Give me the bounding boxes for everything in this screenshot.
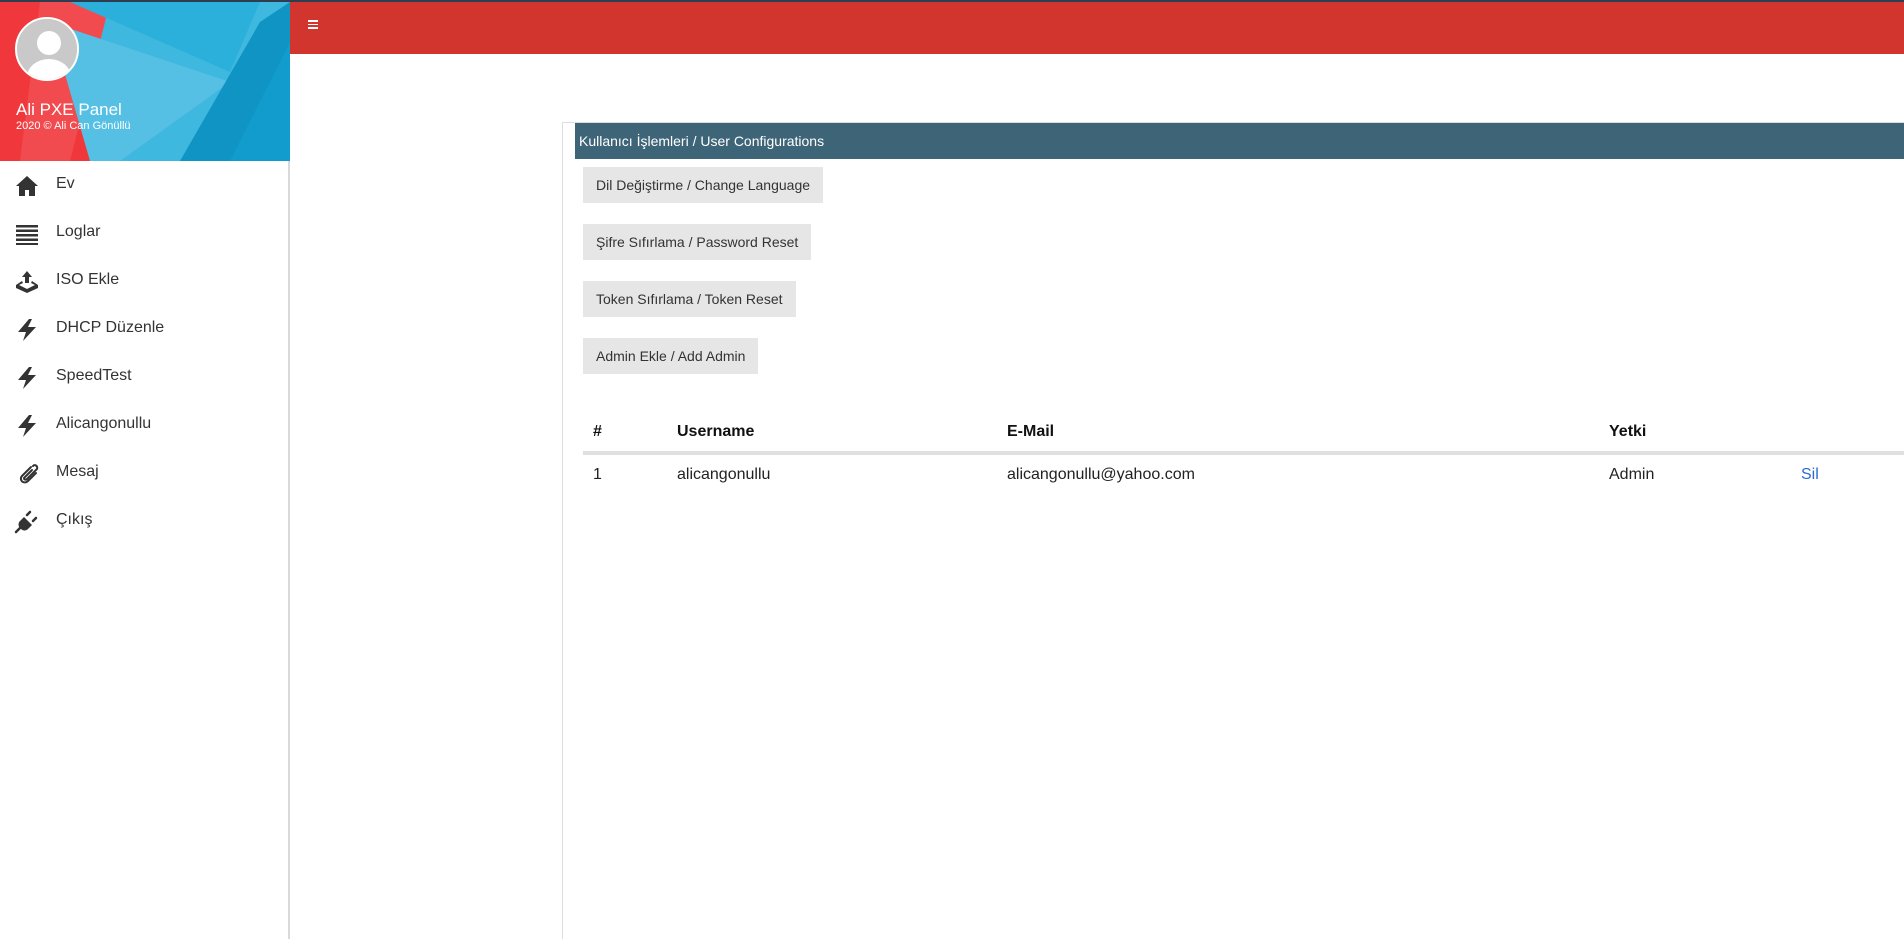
sidebar-item-label: Loglar — [56, 223, 101, 240]
bolt-icon — [18, 415, 36, 437]
top-navbar — [290, 2, 1904, 54]
table-row: 1 alicangonullu alicangonullu@yahoo.com … — [583, 453, 1904, 495]
row-email: alicangonullu@yahoo.com — [1007, 466, 1195, 483]
bolt-icon — [18, 367, 36, 389]
home-icon — [16, 176, 38, 196]
user-config-card: Kullanıcı İşlemleri / User Configuration… — [562, 122, 1904, 939]
row-role: Admin — [1609, 466, 1655, 483]
row-id: 1 — [593, 466, 602, 483]
sidebar-item-mesaj[interactable]: Mesaj — [0, 449, 288, 497]
delete-user-link[interactable]: Sil — [1801, 466, 1819, 483]
sidebar-item-label: Ev — [56, 175, 75, 192]
sidebar-header: Ali PXE Panel 2020 © Ali Can Gönüllü — [0, 2, 290, 161]
change-language-button[interactable]: Dil Değiştirme / Change Language — [583, 167, 824, 203]
column-header-action — [1791, 413, 1904, 455]
table-header-row: # Username E-Mail Yetki — [583, 413, 1904, 455]
sidebar-item-ev[interactable]: Ev — [0, 161, 288, 209]
column-header-email: E-Mail — [997, 413, 1599, 455]
upload-icon — [16, 271, 38, 293]
list-icon — [16, 225, 38, 245]
sidebar-item-label: SpeedTest — [56, 367, 132, 384]
sidebar-item-label: Çıkış — [56, 511, 93, 528]
users-table: # Username E-Mail Yetki 1 alicangonullu … — [583, 413, 1904, 495]
paperclip-icon — [19, 464, 39, 484]
sidebar: Ali PXE Panel 2020 © Ali Can Gönüllü Ev … — [0, 2, 290, 939]
column-header-number: # — [583, 413, 667, 455]
panel-subtitle: 2020 © Ali Can Gönüllü — [16, 120, 131, 132]
add-admin-button[interactable]: Admin Ekle / Add Admin — [583, 338, 759, 374]
sidebar-item-dhcp-duzenle[interactable]: DHCP Düzenle — [0, 305, 288, 353]
sidebar-item-speedtest[interactable]: SpeedTest — [0, 353, 288, 401]
card-header: Kullanıcı İşlemleri / User Configuration… — [575, 123, 1904, 159]
sidebar-item-label: Alicangonullu — [56, 415, 152, 432]
password-reset-button[interactable]: Şifre Sıfırlama / Password Reset — [583, 224, 812, 260]
sidebar-item-alicangonullu[interactable]: Alicangonullu — [0, 401, 288, 449]
bolt-icon — [18, 319, 36, 341]
sidebar-item-label: Mesaj — [56, 463, 99, 480]
plug-icon — [14, 510, 38, 534]
column-header-yetki: Yetki — [1599, 413, 1791, 455]
avatar[interactable] — [15, 17, 79, 81]
token-reset-button[interactable]: Token Sıfırlama / Token Reset — [583, 281, 796, 317]
hamburger-icon[interactable] — [308, 20, 320, 32]
sidebar-item-label: ISO Ekle — [56, 271, 120, 288]
sidebar-item-cikis[interactable]: Çıkış — [0, 497, 288, 545]
sidebar-item-loglar[interactable]: Loglar — [0, 209, 288, 257]
row-username: alicangonullu — [677, 466, 771, 483]
column-header-username: Username — [667, 413, 997, 455]
panel-title: Ali PXE Panel — [16, 100, 122, 119]
sidebar-item-label: DHCP Düzenle — [56, 319, 165, 336]
sidebar-nav: Ev Loglar ISO Ekle DHCP Düzenle SpeedTes… — [0, 161, 288, 545]
sidebar-item-iso-ekle[interactable]: ISO Ekle — [0, 257, 288, 305]
